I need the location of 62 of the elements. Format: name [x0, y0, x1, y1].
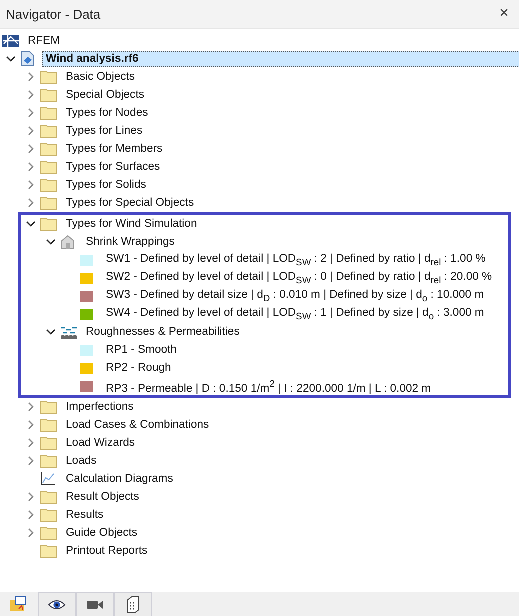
close-button[interactable]: × — [496, 5, 513, 23]
folder-icon — [40, 195, 58, 211]
tree-item[interactable]: SW4 - Defined by level of detail | LOD$_{SW}$ : 1 | Defined by size | d$_{o}$ : 3.000 m — [102, 304, 488, 324]
tree-item[interactable]: Load Wizards — [62, 435, 140, 451]
folder-icon — [40, 435, 58, 451]
building-tab[interactable] — [114, 592, 152, 616]
display-tab[interactable] — [38, 592, 76, 616]
folder-icon — [40, 105, 58, 121]
tree-item[interactable]: Types for Lines — [62, 123, 147, 139]
chart-icon — [40, 471, 56, 487]
folder-icon — [40, 69, 58, 85]
folder-icon — [40, 417, 58, 433]
tree-item[interactable]: Printout Reports — [62, 543, 152, 559]
tree-item[interactable]: Types for Solids — [62, 177, 150, 193]
tree-item[interactable]: Imperfections — [62, 399, 138, 415]
tree-item[interactable]: Wind analysis.rf6 — [42, 51, 519, 67]
tree-item[interactable]: Basic Objects — [62, 69, 140, 85]
tree-item[interactable]: SW1 - Defined by level of detail | LOD$_{SW}$ : 2 | Defined by ratio | d$_{rel}$ : 1.00 % — [102, 250, 490, 270]
house-icon — [60, 234, 76, 250]
tree-item[interactable]: RP3 - Permeable | D : 0.150 1/m$^{2}$ | I : 2200.000 1/m | L : 0.002 m — [102, 376, 436, 396]
folder-icon — [40, 507, 58, 523]
folder-icon — [40, 399, 58, 415]
tree-item[interactable]: Special Objects — [62, 87, 148, 103]
folder-icon — [40, 141, 58, 157]
chevron-icon[interactable] — [46, 327, 56, 337]
tree-item[interactable]: Types for Nodes — [62, 105, 152, 121]
folder-icon — [40, 216, 58, 232]
folder-icon — [40, 123, 58, 139]
tree-item[interactable]: Types for Surfaces — [62, 159, 164, 175]
folder-icon — [40, 525, 58, 541]
tree-item[interactable]: RP1 - Smooth — [102, 342, 181, 358]
folder-icon — [40, 489, 58, 505]
building-icon — [126, 596, 140, 614]
chevron-icon[interactable] — [26, 219, 36, 229]
views-tab[interactable] — [76, 592, 114, 616]
folder-icon — [40, 177, 58, 193]
folder-monitor-icon[interactable] — [9, 596, 27, 612]
tree-item[interactable]: Types for Wind Simulation — [62, 216, 202, 232]
chevron-icon[interactable] — [6, 54, 16, 64]
folder-icon — [40, 159, 58, 175]
tree-item[interactable]: RFEM — [24, 33, 64, 49]
window-title: Navigator - Data — [6, 6, 101, 22]
tree-item[interactable]: Load Cases & Combinations — [62, 417, 214, 433]
video-camera-icon — [86, 598, 104, 610]
tree-item[interactable]: Types for Special Objects — [62, 195, 198, 211]
file-icon — [20, 51, 36, 67]
folder-icon — [40, 543, 58, 559]
tree-item[interactable]: SW2 - Defined by level of detail | LOD$_{SW}$ : 0 | Defined by ratio | d$_{rel}$ : 20.00 % — [102, 268, 496, 288]
tree-item[interactable]: Types for Members — [62, 141, 167, 157]
tree-item[interactable]: Roughnesses & Permeabilities — [82, 324, 244, 340]
tree-item[interactable]: Result Objects — [62, 489, 144, 505]
eye-icon — [48, 598, 66, 610]
folder-icon — [40, 87, 58, 103]
tree-item[interactable]: Guide Objects — [62, 525, 142, 541]
tree-item[interactable]: Calculation Diagrams — [62, 471, 178, 487]
tree-item[interactable]: Loads — [62, 453, 101, 469]
tree-item[interactable]: RP2 - Rough — [102, 360, 176, 376]
tree-item[interactable]: SW3 - Defined by detail size | d$_{D}$ : 0.010 m | Defined by size | d$_{o}$ : 10.000 m — [102, 286, 488, 306]
tree-item[interactable]: Results — [62, 507, 108, 523]
folder-icon — [40, 453, 58, 469]
tree-item[interactable]: Shrink Wrappings — [82, 234, 179, 250]
chevron-icon[interactable] — [46, 237, 56, 247]
